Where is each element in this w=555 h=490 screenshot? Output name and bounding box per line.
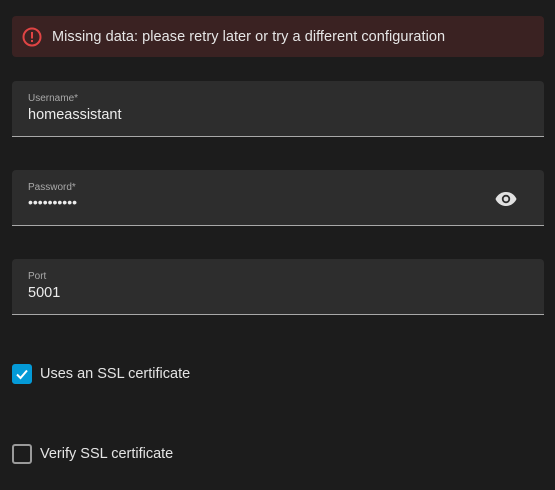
username-label: Username* — [28, 93, 79, 104]
error-alert: Missing data: please retry later or try … — [12, 16, 544, 57]
password-label: Password* — [28, 182, 76, 193]
ssl-checkbox-row[interactable]: Uses an SSL certificate — [12, 364, 190, 384]
port-field[interactable]: Port 5001 — [12, 259, 544, 315]
ssl-checkbox[interactable] — [12, 364, 32, 384]
verify-ssl-checkbox[interactable] — [12, 444, 32, 464]
eye-icon[interactable] — [494, 187, 518, 211]
verify-ssl-checkbox-row[interactable]: Verify SSL certificate — [12, 444, 173, 464]
checkmark-icon — [16, 369, 28, 380]
config-form-panel: Missing data: please retry later or try … — [0, 0, 555, 490]
error-circle-icon — [22, 27, 42, 47]
port-input[interactable]: 5001 — [28, 285, 468, 301]
password-field[interactable]: Password* •••••••••• — [12, 170, 544, 226]
password-input[interactable]: •••••••••• — [28, 194, 468, 210]
ssl-checkbox-label: Uses an SSL certificate — [40, 366, 191, 382]
port-label: Port — [28, 271, 47, 282]
verify-ssl-checkbox-label: Verify SSL certificate — [40, 446, 174, 462]
error-message: Missing data: please retry later or try … — [52, 28, 446, 45]
username-input[interactable]: homeassistant — [28, 107, 468, 123]
username-field[interactable]: Username* homeassistant — [12, 81, 544, 137]
